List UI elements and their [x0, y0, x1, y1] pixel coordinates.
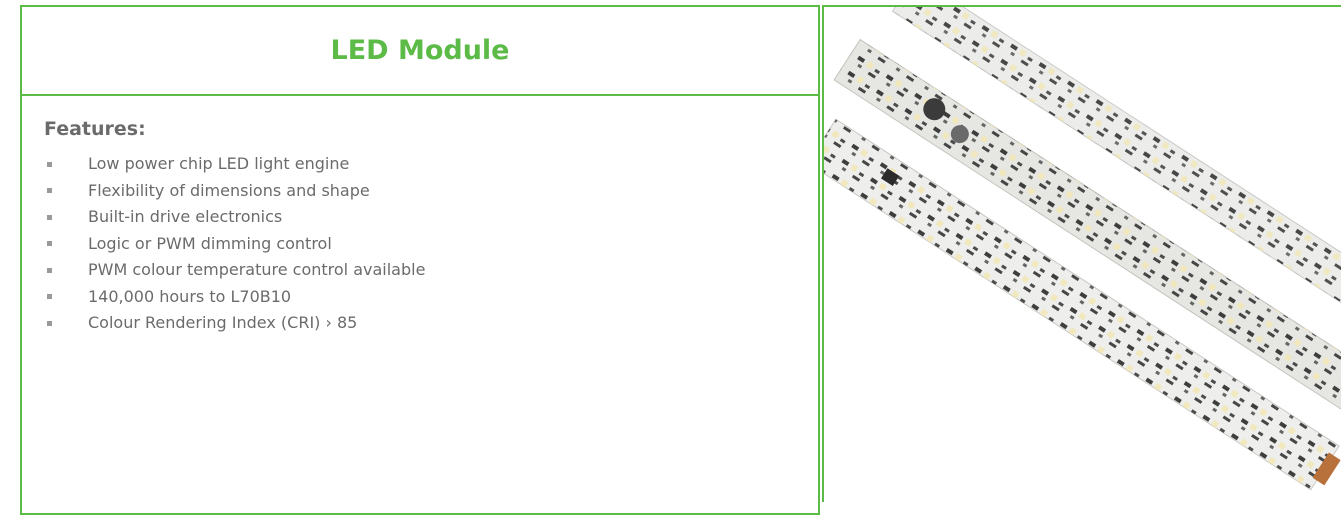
- feature-text: Built-in drive electronics: [88, 207, 283, 226]
- title-bar: LED Module: [22, 7, 818, 96]
- feature-text: 140,000 hours to L70B10: [88, 286, 292, 306]
- feature-text: Logic or PWM dimming control: [88, 233, 332, 253]
- page-title: LED Module: [330, 35, 510, 66]
- square-bullet-icon: [47, 320, 52, 326]
- square-bullet-icon: [47, 267, 52, 273]
- list-item: Logic or PWM dimming control: [44, 231, 425, 258]
- feature-text: PWM colour temperature control available: [88, 260, 426, 279]
- module-info-panel: LED Module Features: Low power chip LED …: [20, 5, 820, 515]
- list-item: Colour Rendering Index (CRI) › 85: [44, 310, 425, 337]
- list-item: Low power chip LED light engine: [44, 151, 425, 178]
- square-bullet-icon: [47, 241, 52, 247]
- led-module-illustration: [824, 7, 1341, 491]
- features-heading: Features:: [44, 118, 146, 140]
- square-bullet-icon: [47, 214, 52, 220]
- list-item: 140,000 hours to L70B10: [44, 284, 425, 311]
- feature-text: Flexibility of dimensions and shape: [88, 180, 370, 200]
- page: LED Module Features: Low power chip LED …: [0, 0, 1341, 515]
- square-bullet-icon: [47, 294, 52, 300]
- square-bullet-icon: [47, 188, 52, 194]
- features-list: Low power chip LED light engine Flexibil…: [44, 151, 425, 337]
- list-item: Built-in drive electronics: [44, 204, 425, 231]
- square-bullet-icon: [47, 161, 52, 167]
- product-photo: [822, 5, 1341, 502]
- circuit-board-back: [891, 7, 1341, 317]
- feature-text: Low power chip LED light engine: [88, 154, 350, 173]
- feature-text: Colour Rendering Index (CRI) › 85: [88, 313, 358, 332]
- list-item: Flexibility of dimensions and shape: [44, 178, 425, 205]
- list-item: PWM colour temperature control available: [44, 257, 425, 284]
